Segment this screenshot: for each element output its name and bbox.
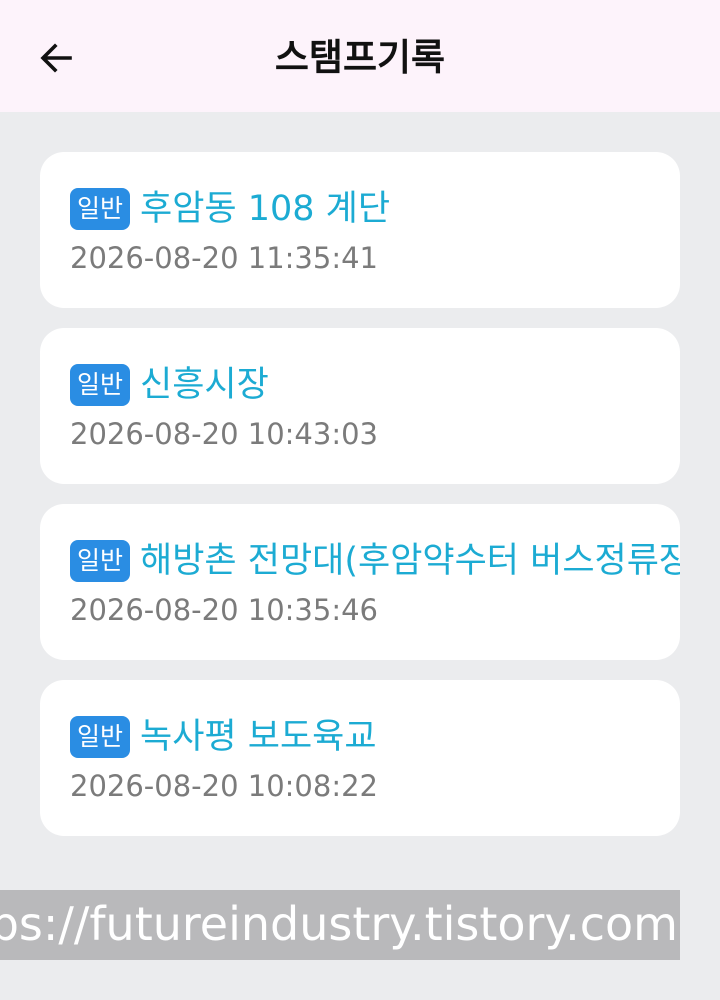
watermark-url: https://futureindustry.tistory.com	[0, 897, 678, 951]
back-button[interactable]	[32, 34, 80, 82]
record-place-name: 신흥시장	[140, 365, 269, 405]
record-type-badge: 일반	[70, 716, 131, 758]
stamp-record-card[interactable]: 일반 해방촌 전망대(후암약수터 버스정류장 2026-08-20 10:35:…	[40, 504, 680, 660]
record-timestamp: 2026-08-20 10:43:03	[70, 417, 378, 451]
app-header: 스탬프기록	[0, 0, 720, 112]
record-place-name: 녹사평 보도육교	[140, 717, 377, 757]
page-title: 스탬프기록	[274, 36, 446, 79]
record-type-badge: 일반	[70, 364, 131, 406]
stamp-record-card[interactable]: 일반 신흥시장 2026-08-20 10:43:03	[40, 328, 680, 484]
watermark-banner: https://futureindustry.tistory.com	[0, 890, 680, 960]
stamp-record-list: 일반 후암동 108 계단 2026-08-20 11:35:41 일반 신흥시…	[40, 152, 680, 856]
record-place-name: 해방촌 전망대(후암약수터 버스정류장	[140, 541, 680, 581]
record-timestamp: 2026-08-20 11:35:41	[70, 241, 378, 275]
stamp-record-card[interactable]: 일반 녹사평 보도육교 2026-08-20 10:08:22	[40, 680, 680, 836]
record-timestamp: 2026-08-20 10:35:46	[70, 593, 378, 627]
record-timestamp: 2026-08-20 10:08:22	[70, 769, 378, 803]
record-type-badge: 일반	[70, 540, 131, 582]
arrow-left-icon	[40, 43, 72, 73]
record-place-name: 후암동 108 계단	[140, 189, 391, 229]
stamp-record-card[interactable]: 일반 후암동 108 계단 2026-08-20 11:35:41	[40, 152, 680, 308]
record-type-badge: 일반	[70, 188, 131, 230]
